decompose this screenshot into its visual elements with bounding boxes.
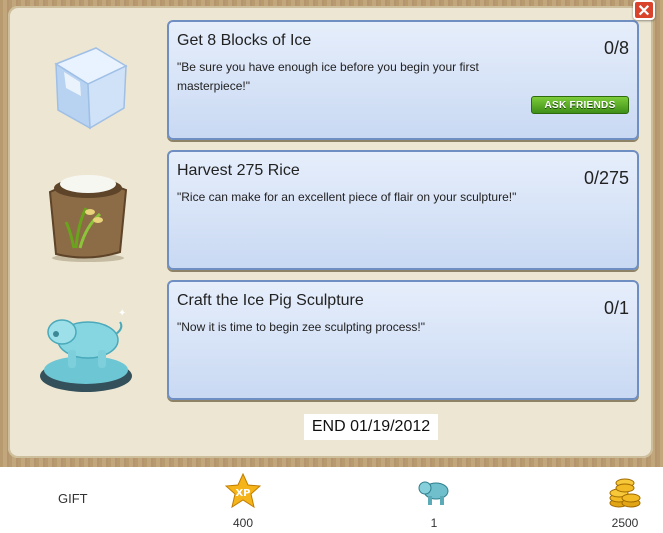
task-description: "Now it is time to begin zee sculpting p… [177, 320, 425, 334]
task-description: "Be sure you have enough ice before you … [177, 60, 479, 93]
task-progress: 0/275 [583, 168, 629, 188]
reward-coins: 2500 [600, 473, 650, 530]
quest-panel: ✦ Get 8 Blocks of Ice "Be sure you have … [0, 0, 663, 467]
rewards-bar: GIFT XP 400 1 2500 [0, 467, 663, 533]
end-date-label: END 01/19/2012 [304, 414, 438, 440]
reward-value: 1 [430, 516, 438, 530]
task-title: Craft the Ice Pig Sculpture [177, 292, 364, 309]
task-progress: 0/8 [603, 38, 629, 58]
task-progress: 0/1 [603, 298, 629, 318]
reward-value: 2500 [611, 516, 639, 530]
ask-friends-button[interactable]: ASK FRIENDS [531, 96, 629, 114]
svg-text:✦: ✦ [118, 308, 126, 319]
task-card-rice: Harvest 275 Rice "Rice can make for an e… [167, 150, 639, 270]
xp-star-icon: XP [224, 472, 262, 513]
reward-xp: XP 400 [218, 472, 268, 530]
ice-pig-sculpture-icon: ✦ [36, 296, 136, 396]
task-description: "Rice can make for an excellent piece of… [177, 190, 517, 204]
gold-coins-icon [607, 478, 643, 513]
gift-label: GIFT [58, 491, 88, 506]
ice-block-icon [36, 36, 136, 136]
reward-value: 400 [232, 516, 254, 530]
task-title: Harvest 275 Rice [177, 162, 300, 179]
rice-sack-icon [36, 164, 136, 264]
close-button[interactable]: ✕ [633, 0, 655, 20]
reward-ice-pig: 1 [409, 473, 459, 530]
svg-text:XP: XP [235, 488, 250, 499]
task-card-ice-blocks: Get 8 Blocks of Ice "Be sure you have en… [167, 20, 639, 140]
task-card-ice-pig: Craft the Ice Pig Sculpture "Now it is t… [167, 280, 639, 400]
ice-pig-icon [416, 481, 452, 513]
task-title: Get 8 Blocks of Ice [177, 32, 312, 49]
quest-panel-inner: ✦ Get 8 Blocks of Ice "Be sure you have … [8, 6, 653, 458]
